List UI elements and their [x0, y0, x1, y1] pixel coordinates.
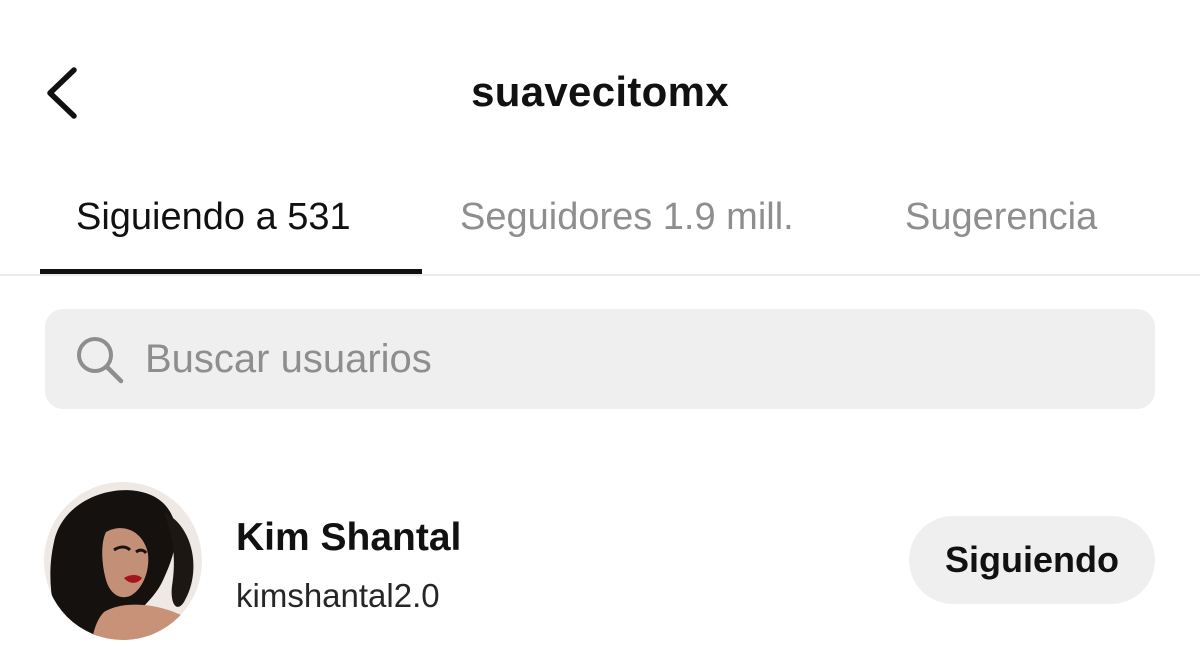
username-handle: kimshantal2.0 [236, 577, 440, 614]
page-title: suavecitomx [471, 68, 729, 115]
profile-photo [44, 482, 202, 640]
user-info: Kim Shantal kimshantal2.0 [236, 514, 461, 618]
top-bar: suavecitomx [0, 0, 1200, 180]
search-icon [77, 337, 124, 384]
search-input[interactable] [145, 309, 1125, 409]
tab-followers[interactable]: Seguidores 1.9 mill. [460, 194, 794, 240]
search-bar[interactable] [45, 309, 1155, 409]
avatar[interactable] [44, 482, 202, 640]
following-button[interactable]: Siguiendo [909, 516, 1155, 604]
display-name[interactable]: Kim Shantal [236, 514, 461, 562]
tab-bar: Siguiendo a 531 Seguidores 1.9 mill. Sug… [0, 180, 1200, 276]
tab-divider [0, 274, 1200, 276]
list-item[interactable]: Kim Shantal kimshantal2.0 Siguiendo [0, 470, 1200, 652]
tab-following[interactable]: Siguiendo a 531 [76, 194, 351, 240]
tab-suggestions[interactable]: Sugerencia [905, 194, 1097, 240]
